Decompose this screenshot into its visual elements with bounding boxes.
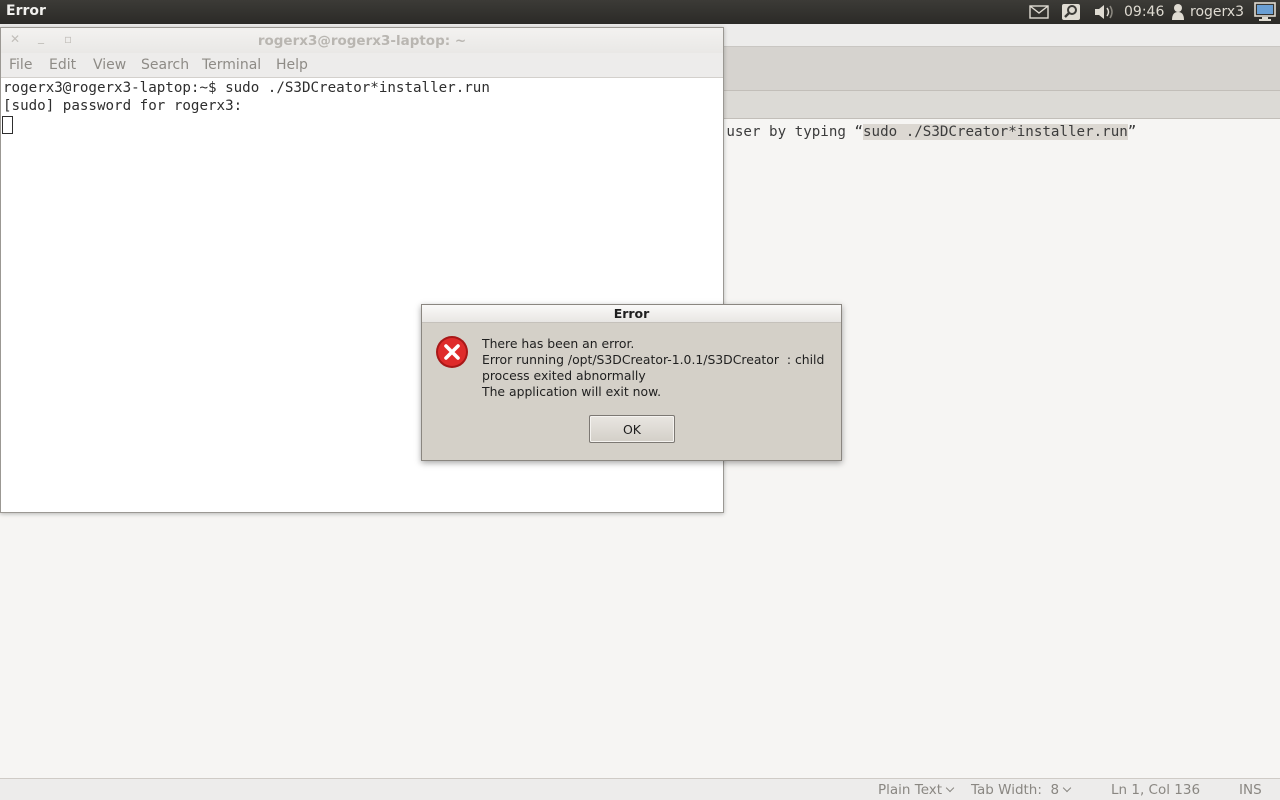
menu-view[interactable]: View	[93, 57, 126, 73]
dialog-title: Error	[613, 306, 650, 321]
terminal-cursor	[2, 116, 13, 134]
editor-text-suffix: ”	[1127, 124, 1137, 140]
user-name[interactable]: rogerx3	[1190, 4, 1244, 20]
ok-button[interactable]: OK	[589, 415, 675, 443]
dialog-message-line: There has been an error.	[482, 336, 635, 351]
menu-search[interactable]: Search	[141, 57, 189, 73]
chevron-down-icon	[1062, 783, 1072, 793]
mail-icon[interactable]	[1029, 2, 1049, 22]
error-icon	[436, 336, 468, 368]
menu-terminal[interactable]: Terminal	[202, 57, 261, 73]
menu-help[interactable]: Help	[276, 57, 308, 73]
menu-file[interactable]: File	[9, 57, 32, 73]
system-icon[interactable]	[1254, 2, 1276, 22]
dialog-message-line: process exited abnormally	[482, 368, 646, 383]
dialog-message-line: The application will exit now.	[482, 384, 662, 399]
chevron-down-icon	[945, 783, 955, 793]
terminal-menubar: File Edit View Search Terminal Help	[1, 53, 723, 78]
error-dialog: Error There has been an error. Error run…	[421, 304, 842, 461]
insert-mode: INS	[1239, 782, 1262, 798]
top-panel: Error 09:46 rogerx3	[0, 0, 1280, 24]
dialog-message-line: Error running /opt/S3DCreator-1.0.1/S3DC…	[482, 352, 825, 367]
network-icon[interactable]	[1061, 2, 1081, 22]
active-window-title: Error	[6, 3, 46, 19]
language-selector[interactable]: Plain Text	[878, 782, 955, 798]
editor-selected-text: sudo ./S3DCreator*installer.run	[863, 124, 1128, 140]
terminal-line: rogerx3@rogerx3-laptop:~$ sudo ./S3DCrea…	[3, 80, 490, 96]
terminal-titlebar[interactable]: ✕ _ ▫ rogerx3@rogerx3-laptop: ~	[1, 28, 723, 53]
user-icon[interactable]	[1171, 2, 1185, 22]
editor-text-line: s super-user by typing “sudo ./S3DCreato…	[658, 124, 1136, 140]
terminal-title: rogerx3@rogerx3-laptop: ~	[257, 33, 467, 49]
terminal-line: [sudo] password for rogerx3:	[3, 98, 243, 114]
language-label: Plain Text	[878, 782, 943, 798]
tab-width-label: Tab Width: 8	[971, 782, 1060, 798]
cursor-position: Ln 1, Col 136	[1111, 782, 1201, 798]
clock[interactable]: 09:46	[1124, 4, 1164, 20]
editor-statusbar: Plain Text Tab Width: 8 Ln 1, Col 136 IN…	[0, 778, 1280, 800]
menu-edit[interactable]: Edit	[49, 57, 76, 73]
tab-width-selector[interactable]: Tab Width: 8	[971, 782, 1072, 798]
dialog-titlebar[interactable]: Error	[422, 305, 841, 323]
dialog-message: There has been an error. Error running /…	[482, 336, 834, 400]
volume-icon[interactable]	[1093, 2, 1115, 22]
